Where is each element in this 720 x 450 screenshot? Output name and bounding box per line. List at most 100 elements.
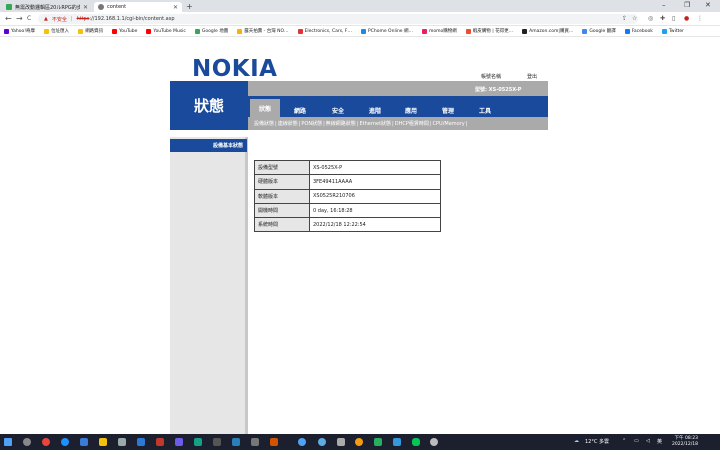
bookmark-label: 露天拍賣 - 台灣 NO… [244, 29, 289, 34]
bookmark-label: 蝦皮購物 | 花得更… [472, 29, 514, 34]
subnav-cpu-memory[interactable]: CPU/Memory [433, 121, 465, 127]
app-icon[interactable] [270, 438, 278, 446]
subnav-pon-status[interactable]: PON狀態 [301, 120, 322, 127]
settings-icon[interactable] [430, 438, 438, 446]
bookmark-label: Google 翻譯 [589, 29, 616, 34]
volume-icon[interactable]: ◁ [646, 438, 650, 444]
mail-icon[interactable] [137, 438, 145, 446]
app-icon[interactable] [374, 438, 382, 446]
subnav-dhcp-lease[interactable]: DHCP租賃時間 [395, 120, 429, 127]
browser-tab[interactable]: 無需改動邏輯區20ルRPG的步驟的… ✕ [2, 2, 92, 12]
bookmark-item[interactable]: 露天拍賣 - 台灣 NO… [237, 28, 289, 34]
separator: | [465, 120, 468, 127]
forward-button[interactable]: → [16, 14, 23, 23]
bookmark-item[interactable]: Amazon.com|購買… [522, 28, 573, 34]
bookmark-item[interactable]: 蝦皮購物 | 花得更… [465, 28, 514, 34]
maximize-button[interactable]: ❐ [684, 1, 690, 9]
folder-icon[interactable] [99, 438, 107, 446]
line-icon[interactable] [412, 438, 420, 446]
browser-toolbar: ← → C ▲ 不安全 | https://192.168.1.1/cgi-bi… [0, 12, 720, 26]
subnav-connection-status[interactable]: 連線狀態 [278, 120, 298, 127]
minimize-button[interactable]: – [662, 1, 666, 9]
app-icon[interactable] [318, 438, 326, 446]
subnav-device-status[interactable]: 設備狀態 [254, 120, 274, 127]
app-icon[interactable] [251, 438, 259, 446]
bookmark-favicon-icon [582, 28, 588, 34]
bookmarks-bar: Yahoo!奇摩 位址匯入 網路資訊 YouTube YouTube Music Goog… [0, 26, 720, 37]
bookmark-item[interactable]: Electronics, Cars, F… [297, 28, 352, 34]
bookmark-label: Twitter [668, 28, 684, 34]
bookmark-favicon-icon [422, 28, 427, 34]
nav-management[interactable]: 管理 [442, 106, 454, 115]
sidepanel-icon[interactable]: ▯ [672, 15, 675, 22]
app-icon[interactable] [355, 438, 363, 446]
bookmark-item[interactable]: Google 地圖 [194, 28, 228, 34]
app-icon[interactable] [232, 438, 240, 446]
close-tab-icon[interactable]: ✕ [173, 4, 178, 11]
close-tab-icon[interactable]: ✕ [83, 4, 88, 11]
logout-link[interactable]: 登出 [527, 73, 537, 80]
nav-status[interactable]: 狀態 [250, 99, 280, 117]
info-key: 軟體版本 [254, 188, 310, 204]
bookmark-favicon-icon [194, 28, 200, 34]
bookmark-label: YouTube Music [153, 28, 186, 34]
close-window-button[interactable]: ✕ [705, 1, 711, 9]
new-tab-button[interactable]: + [186, 2, 193, 11]
app-icon[interactable] [337, 438, 345, 446]
chrome-icon[interactable] [42, 438, 50, 446]
app-icon[interactable] [393, 438, 401, 446]
bookmark-item[interactable]: PChome Online 網… [361, 28, 413, 34]
clock[interactable]: 下午 08:23 2022/12/18 [672, 436, 698, 448]
bookmark-item[interactable]: Facebook [624, 28, 653, 34]
bookmark-item[interactable]: YouTube Music [146, 28, 186, 34]
nav-security[interactable]: 安全 [332, 106, 344, 115]
browser-tab-active[interactable]: content ✕ [94, 2, 182, 12]
bookmark-favicon-icon [297, 28, 303, 34]
bookmark-item[interactable]: 網路資訊 [78, 28, 103, 34]
not-secure-label: 不安全 [51, 16, 67, 23]
reload-button[interactable]: C [27, 15, 31, 22]
bookmark-item[interactable]: momo購物網 [422, 28, 457, 34]
app-icon[interactable] [80, 438, 88, 446]
nav-advanced[interactable]: 進階 [369, 106, 381, 115]
bookmark-favicon-icon [661, 28, 667, 34]
bookmark-star-icon[interactable]: ☆ [632, 15, 637, 22]
nav-application[interactable]: 應用 [405, 106, 417, 115]
menu-icon[interactable]: ⋮ [697, 15, 703, 22]
app-icon[interactable] [156, 438, 164, 446]
app-icon[interactable] [194, 438, 202, 446]
share-icon[interactable]: ⇪ [622, 15, 627, 22]
bookmark-item[interactable]: Google 翻譯 [582, 28, 616, 34]
sub-nav: 設備狀態 | 連線狀態 | PON狀態 | 無線網路狀態 | Ethernet狀態 | D… [248, 117, 548, 130]
tray-chevron-icon[interactable]: ⌃ [622, 438, 626, 444]
bookmark-favicon-icon [112, 28, 118, 34]
ime-icon[interactable]: 英 [657, 438, 662, 445]
subnav-ethernet-status[interactable]: Ethernet狀態 [360, 120, 392, 127]
extension-icon[interactable]: ◎ [648, 15, 653, 22]
app-icon[interactable] [118, 438, 126, 446]
bookmark-favicon-icon [522, 28, 528, 34]
bookmark-label: 位址匯入 [51, 29, 70, 34]
divider: | [70, 16, 73, 22]
app-icon[interactable] [175, 438, 183, 446]
bookmark-item[interactable]: Yahoo!奇摩 [4, 28, 35, 34]
app-icon[interactable] [298, 438, 306, 446]
profile-avatar-icon[interactable]: ● [684, 15, 689, 22]
back-button[interactable]: ← [5, 14, 12, 23]
subnav-wireless-status[interactable]: 無線網路狀態 [326, 120, 356, 127]
network-icon[interactable]: ▭ [634, 438, 639, 444]
edge-icon[interactable] [61, 438, 69, 446]
puzzle-icon[interactable]: ✚ [660, 15, 665, 22]
start-icon[interactable] [4, 438, 12, 446]
nav-network[interactable]: 網路 [294, 106, 306, 115]
bookmark-item[interactable]: 位址匯入 [44, 28, 69, 34]
table-row: 系統時間 2022/12/18 12:22:54 [254, 217, 441, 233]
bookmark-label: Electronics, Cars, F… [304, 28, 352, 34]
search-icon[interactable] [23, 438, 31, 446]
bookmark-item[interactable]: YouTube [112, 28, 137, 34]
sidebar-item-device-basic-status[interactable]: 設備基本狀態 [170, 139, 247, 152]
app-icon[interactable] [213, 438, 221, 446]
nav-tools[interactable]: 工具 [479, 106, 491, 115]
address-bar[interactable]: ▲ 不安全 | https://192.168.1.1/cgi-bin/cont… [38, 14, 638, 24]
bookmark-item[interactable]: Twitter [661, 28, 684, 34]
